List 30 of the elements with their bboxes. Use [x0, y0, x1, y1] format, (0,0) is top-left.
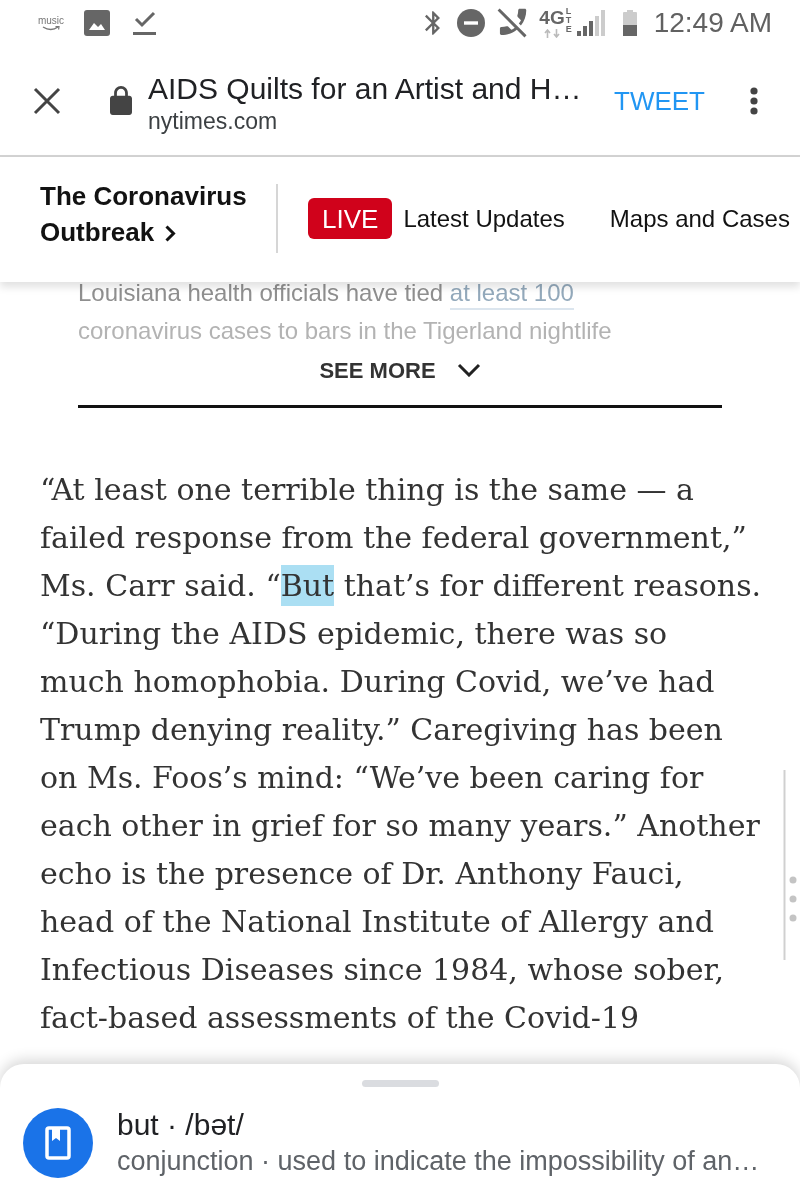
section-nav-link[interactable]: Maps and Cases — [609, 198, 790, 239]
do-not-disturb-icon — [457, 9, 486, 37]
network-type-label: 4G — [539, 8, 565, 27]
call-muted-icon — [497, 8, 528, 38]
status-time: 12:49 AM — [653, 7, 772, 39]
page-title: AIDS Quilts for an Artist and H… — [148, 70, 583, 107]
network-detail-label: LTE — [565, 6, 573, 34]
drag-handle[interactable] — [361, 1080, 439, 1087]
definition-headword: but · /bət/ — [117, 1107, 245, 1143]
close-icon[interactable] — [33, 86, 61, 115]
signal-icon — [576, 10, 606, 36]
see-more-button[interactable]: SEE MORE — [319, 350, 481, 390]
data-arrows-icon — [543, 29, 561, 38]
lock-icon — [110, 86, 132, 115]
image-icon — [84, 10, 110, 36]
live-badge: LIVE — [308, 198, 393, 239]
bluetooth-icon — [425, 11, 441, 35]
section-title-link[interactable]: The Coronavirus Outbreak — [40, 178, 255, 250]
definition-text: conjunction · used to indicate the impossibility of an… — [117, 1145, 760, 1178]
page-domain: nytimes.com — [148, 106, 279, 135]
chevron-right-icon — [165, 225, 177, 242]
chevron-down-icon — [456, 363, 481, 377]
article-paragraph: “At least one terrible thing is the same — a failed response from the federal government,” Ms. Carr said. “But that’s for different reasons. “During the AIDS epidemic, there was so much homophobia. During Covid, we’ve had Trump denying reality.” Caregiving has been on Ms. Foos’s mind: “We’ve been caring for each other in grief for so many years.” Another echo is the presence of Dr. Anthony Fauci, head of the National Institute of Allergy and Infectious Diseases since 1984, whose sober, fact-based assessments of the Covid-19 — [40, 471, 763, 1037]
music-logo: music — [38, 10, 64, 36]
download-done-icon — [133, 10, 156, 36]
dictionary-book-icon — [23, 1108, 93, 1178]
battery-icon — [622, 10, 637, 36]
article-teaser: Louisiana health officials have tied at least 100 coronavirus cases to bars in the Tigerland nightlife — [78, 282, 613, 342]
menu-icon[interactable] — [750, 86, 758, 115]
section-nav-link[interactable]: Latest Updates — [403, 198, 565, 239]
